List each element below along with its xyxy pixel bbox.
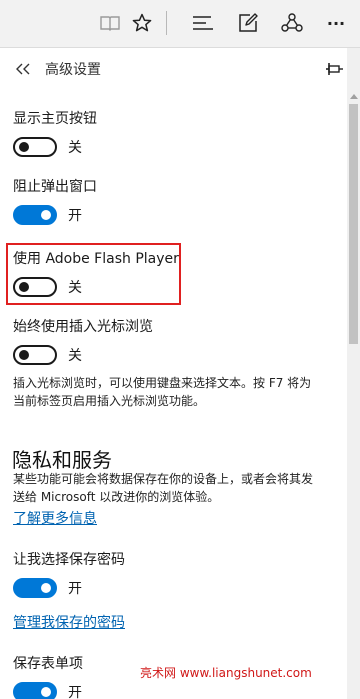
caret-browsing-description: 插入光标浏览时，可以使用键盘来选择文本。按 F7 将为 当前标签页启用插入光标浏… [13, 374, 343, 410]
privacy-description: 某些功能可能会将数据保存在你的设备上，或者会将其发 送给 Microsoft 以… [13, 470, 343, 506]
privacy-desc-line-2: 送给 Microsoft 以改进你的浏览体验。 [13, 490, 220, 504]
panel-header: 高级设置 [0, 48, 347, 90]
save-forms-toggle[interactable] [13, 682, 57, 699]
block-popups-label: 阻止弹出窗口 [13, 179, 97, 195]
browser-window: ··· 高级设置 显示主页按钮 关 阻止弹出窗口 开 使用 Adobe Flas… [0, 0, 360, 699]
caret-browsing-state: 关 [68, 348, 82, 364]
block-popups-toggle[interactable] [13, 205, 57, 225]
toolbar-separator [166, 11, 167, 35]
save-passwords-label: 让我选择保存密码 [13, 552, 125, 568]
caret-browsing-toggle[interactable] [13, 345, 57, 365]
flash-player-toggle[interactable] [13, 277, 57, 297]
home-button-label: 显示主页按钮 [13, 111, 97, 127]
caret-browsing-label: 始终使用插入光标浏览 [13, 319, 153, 335]
browser-toolbar: ··· [0, 0, 360, 48]
share-icon[interactable] [277, 8, 307, 38]
toggle-knob [19, 350, 29, 360]
save-passwords-state: 开 [68, 581, 82, 597]
save-forms-label: 保存表单项 [13, 656, 83, 672]
toggle-knob [41, 583, 51, 593]
privacy-desc-line-1: 某些功能可能会将数据保存在你的设备上，或者会将其发 [13, 472, 314, 486]
home-button-toggle[interactable] [13, 137, 57, 157]
caret-desc-line-2: 当前标签页启用插入光标浏览功能。 [13, 394, 206, 408]
favorite-star-icon[interactable] [127, 8, 157, 38]
learn-more-link[interactable]: 了解更多信息 [13, 508, 97, 528]
home-button-state: 关 [68, 140, 82, 156]
save-passwords-toggle[interactable] [13, 578, 57, 598]
flash-player-label: 使用 Adobe Flash Player [13, 251, 179, 267]
scroll-up-arrow-icon[interactable] [350, 94, 358, 99]
reading-view-icon[interactable] [95, 8, 125, 38]
hub-icon[interactable] [188, 8, 218, 38]
privacy-section-title: 隐私和服务 [12, 448, 112, 472]
toggle-knob [19, 282, 29, 292]
web-note-icon[interactable] [233, 8, 263, 38]
toggle-knob [19, 142, 29, 152]
advanced-settings-panel: 高级设置 显示主页按钮 关 阻止弹出窗口 开 使用 Adobe Flash Pl… [0, 48, 347, 699]
scrollbar-thumb[interactable] [349, 104, 358, 344]
watermark: 亮术网 www.liangshunet.com [140, 666, 312, 680]
caret-desc-line-1: 插入光标浏览时，可以使用键盘来选择文本。按 F7 将为 [13, 376, 312, 390]
block-popups-state: 开 [68, 208, 82, 224]
more-icon[interactable]: ··· [321, 8, 351, 38]
pin-icon[interactable] [325, 59, 345, 79]
panel-title: 高级设置 [45, 62, 101, 78]
toggle-knob [41, 210, 51, 220]
flash-player-state: 关 [68, 280, 82, 296]
manage-passwords-link[interactable]: 管理我保存的密码 [13, 612, 125, 632]
back-icon[interactable] [10, 58, 36, 80]
toggle-knob [41, 687, 51, 697]
save-forms-state: 开 [68, 685, 82, 699]
